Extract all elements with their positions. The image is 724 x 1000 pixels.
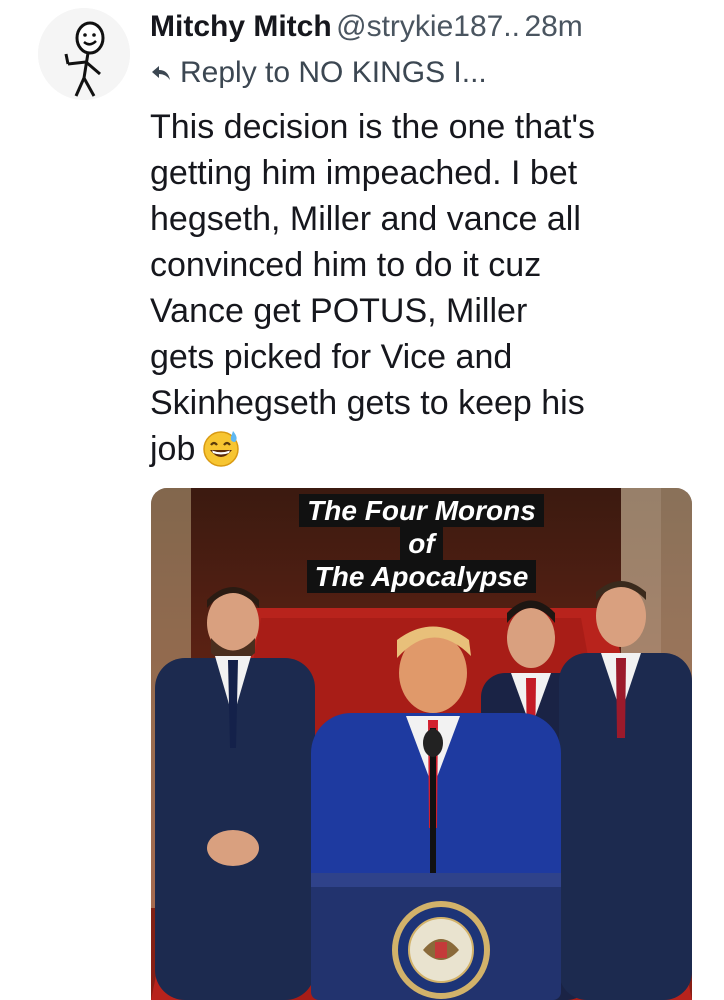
post-body-line: getting him impeached. I bet [150, 154, 578, 192]
reply-arrow-icon [152, 66, 170, 80]
avatar[interactable] [38, 8, 130, 100]
post-body-line: This decision is the one that's [150, 108, 595, 146]
author-handle[interactable]: @strykie187.. [336, 10, 520, 43]
post-body-line: gets picked for Vice and [150, 338, 513, 376]
reply-to-link[interactable]: Reply to NO KINGS I... [150, 56, 487, 96]
post-timestamp[interactable]: 28m [524, 10, 582, 43]
post-body-last-line: job [150, 426, 690, 472]
reply-to-text: Reply to NO KINGS I... [180, 56, 487, 89]
post-body-line: Vance get POTUS, Miller [150, 292, 528, 330]
author-name[interactable]: Mitchy Mitch [150, 10, 332, 43]
post-body-line: hegseth, Miller and vance all [150, 200, 581, 238]
post-image[interactable]: The Four Morons of The Apocalypse [151, 488, 692, 1000]
meme-title-line: of [400, 527, 443, 560]
sweat-smile-emoji-icon [203, 431, 240, 467]
post-body-line: job [150, 430, 196, 468]
post-body: This decision is the one that's getting … [150, 104, 690, 472]
meme-title-line: The Apocalypse [306, 560, 537, 593]
post-body-line: Skinhegseth gets to keep his [150, 384, 585, 422]
meme-title: The Four Morons of The Apocalypse [151, 494, 692, 593]
post-header: Mitchy Mitch @strykie187.. 28m [150, 10, 704, 50]
post-body-line: convinced him to do it cuz [150, 246, 542, 284]
post[interactable]: Mitchy Mitch @strykie187.. 28m Reply to … [0, 0, 724, 1000]
stick-figure-avatar-icon [38, 8, 130, 100]
meme-title-line: The Four Morons [299, 494, 544, 527]
